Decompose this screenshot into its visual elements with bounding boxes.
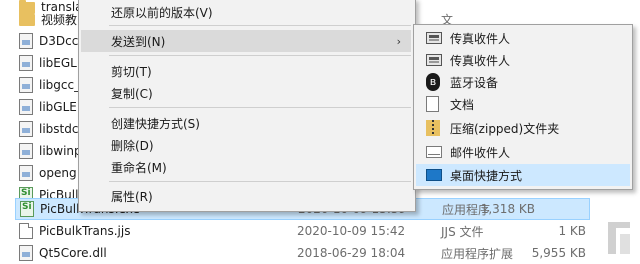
- mail-icon: [426, 146, 442, 158]
- dll-icon: [19, 121, 33, 137]
- submenu-item-label: 桌面快捷方式: [450, 168, 523, 183]
- submenu-item-label: 压缩(zipped)文件夹: [450, 121, 560, 136]
- submenu-item-label: 蓝牙设备: [450, 75, 499, 90]
- context-menu: 还原以前的版本(V) 发送到(N) › 剪切(T) 复制(C) 创建快捷方式(S…: [78, 0, 416, 212]
- chevron-right-icon: ›: [396, 35, 401, 48]
- file-size: 5,955 KB: [531, 246, 586, 260]
- menu-separator: [109, 25, 411, 26]
- submenu-item-bluetooth[interactable]: ʙ 蓝牙设备: [416, 71, 630, 93]
- menu-item-label: 还原以前的版本(V): [111, 5, 213, 20]
- send-to-submenu: 传真收件人 传真收件人 ʙ 蓝牙设备 文档 压缩(zipped)文件夹 邮件收件…: [413, 24, 633, 190]
- menu-item-copy[interactable]: 复制(C): [81, 82, 411, 104]
- submenu-item-label: 传真收件人: [450, 53, 511, 68]
- submenu-item-label: 邮件收件人: [450, 145, 511, 160]
- file-row[interactable]: PicBulkTrans.jjs 2020-10-09 15:42 JJS 文件 1 …: [15, 220, 640, 242]
- dll-icon: [19, 33, 33, 49]
- file-size: 1,318 KB: [480, 202, 535, 216]
- file-name: PicBulkTrans.jjs: [39, 224, 131, 238]
- submenu-item-mail-recipient[interactable]: 邮件收件人: [416, 141, 630, 163]
- fax-icon: [426, 32, 442, 44]
- submenu-item-fax-recipient[interactable]: 传真收件人: [416, 27, 630, 49]
- submenu-item-label: 传真收件人: [450, 31, 511, 46]
- file-type: JJS 文件: [441, 224, 484, 239]
- menu-item-label: 发送到(N): [111, 34, 166, 49]
- submenu-item-fax-recipient-2[interactable]: 传真收件人: [416, 49, 630, 71]
- dll-icon: [19, 55, 33, 71]
- menu-item-properties[interactable]: 属性(R): [81, 185, 411, 207]
- folder-icon: [19, 12, 35, 26]
- menu-item-delete[interactable]: 删除(D): [81, 134, 411, 156]
- desktop-icon: [426, 169, 442, 181]
- menu-separator: [109, 55, 411, 56]
- dll-icon: [19, 165, 33, 181]
- file-name: Qt5Core.dll: [39, 246, 107, 260]
- menu-separator: [109, 181, 411, 182]
- bluetooth-icon: ʙ: [426, 73, 440, 91]
- menu-item-create-shortcut[interactable]: 创建快捷方式(S): [81, 112, 411, 134]
- menu-item-label: 剪切(T): [111, 64, 152, 79]
- submenu-item-documents[interactable]: 文档: [416, 93, 630, 115]
- menu-item-rename[interactable]: 重命名(M): [81, 156, 411, 178]
- file-date: 2018-06-29 18:04: [297, 246, 406, 260]
- dll-icon: [19, 143, 33, 159]
- watermark-logo-icon: [608, 222, 630, 254]
- file-date: 2020-10-09 15:42: [297, 224, 406, 238]
- submenu-item-zip-folder[interactable]: 压缩(zipped)文件夹: [416, 117, 630, 139]
- menu-item-send-to[interactable]: 发送到(N) ›: [81, 30, 411, 52]
- submenu-item-desktop-shortcut[interactable]: 桌面快捷方式: [416, 164, 630, 186]
- file-size: 1 KB: [558, 224, 586, 238]
- file-type: 应用程序扩展: [441, 246, 514, 261]
- file-row[interactable]: Qt5Core.dll 2018-06-29 18:04 应用程序扩展 5,955 K…: [15, 242, 640, 264]
- exe-icon: [20, 201, 34, 217]
- menu-item-label: 属性(R): [111, 189, 153, 204]
- zip-folder-icon: [426, 120, 440, 136]
- doc-icon: [19, 223, 33, 239]
- menu-separator: [109, 107, 411, 108]
- menu-item-label: 删除(D): [111, 138, 154, 153]
- menu-item-cut[interactable]: 剪切(T): [81, 60, 411, 82]
- submenu-item-label: 文档: [450, 97, 475, 112]
- menu-item-label: 创建快捷方式(S): [111, 116, 200, 131]
- dll-icon: [19, 77, 33, 93]
- menu-item-label: 重命名(M): [111, 160, 167, 175]
- dll-icon: [19, 245, 33, 261]
- dll-icon: [19, 99, 33, 115]
- document-icon: [426, 96, 439, 112]
- menu-item-restore-previous-versions[interactable]: 还原以前的版本(V): [81, 1, 411, 23]
- fax-icon: [426, 54, 442, 66]
- menu-item-label: 复制(C): [111, 86, 153, 101]
